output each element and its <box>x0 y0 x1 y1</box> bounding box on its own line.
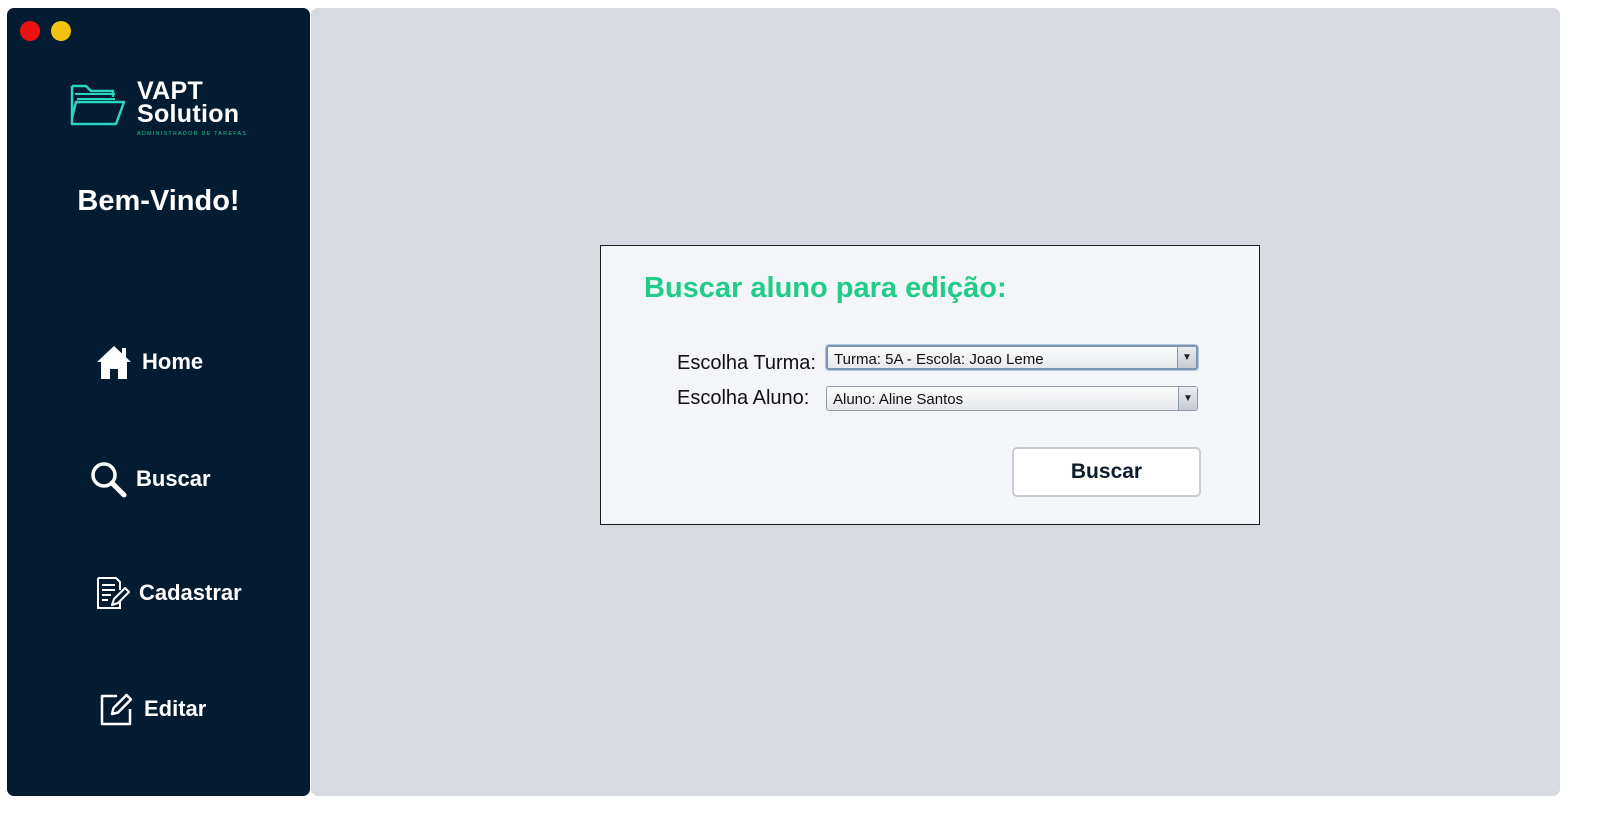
folder-icon <box>70 84 126 126</box>
aluno-select[interactable]: Aluno: Aline Santos ▼ <box>826 386 1198 411</box>
turma-select[interactable]: Turma: 5A - Escola: Joao Leme ▼ <box>826 345 1198 370</box>
turma-select-value: Turma: 5A - Escola: Joao Leme <box>834 351 1044 368</box>
nav-item-home-label: Home <box>142 349 204 374</box>
form-title: Buscar aluno para edição: <box>644 272 1007 304</box>
app-logo: VAPT Solution ADMINISTRADOR DE TAREFAS <box>69 79 259 150</box>
nav-item-buscar-label: Buscar <box>136 466 211 491</box>
turma-label: Escolha Turma: <box>677 352 816 374</box>
welcome-text: Bem-Vindo! <box>77 185 240 217</box>
logo-tagline: ADMINISTRADOR DE TAREFAS <box>137 131 248 137</box>
nav-item-editar-label: Editar <box>144 696 207 721</box>
home-icon <box>97 346 131 379</box>
nav-item-home[interactable]: Home <box>95 343 203 381</box>
search-button[interactable]: Buscar <box>1012 447 1201 497</box>
nav-item-editar[interactable]: Editar <box>97 690 206 728</box>
nav-item-buscar[interactable]: Buscar <box>89 460 211 498</box>
search-icon <box>91 462 127 498</box>
window-close-button[interactable] <box>20 21 40 41</box>
edit-icon <box>100 693 133 726</box>
logo-line-2: Solution <box>137 100 240 128</box>
aluno-select-value: Aluno: Aline Santos <box>833 391 964 408</box>
search-student-form: Buscar aluno para edição: Escolha Turma:… <box>600 245 1260 525</box>
chevron-down-icon[interactable]: ▼ <box>1178 387 1197 410</box>
nav-item-cadastrar-label: Cadastrar <box>139 580 242 605</box>
chevron-down-icon[interactable]: ▼ <box>1177 347 1196 368</box>
nav-item-cadastrar[interactable]: Cadastrar <box>94 575 242 611</box>
aluno-label: Escolha Aluno: <box>677 387 810 409</box>
sidebar: VAPT Solution ADMINISTRADOR DE TAREFAS B… <box>7 8 310 796</box>
logo-text: VAPT Solution <box>137 79 240 128</box>
register-form-icon <box>97 577 130 609</box>
window-minimize-button[interactable] <box>51 21 71 41</box>
